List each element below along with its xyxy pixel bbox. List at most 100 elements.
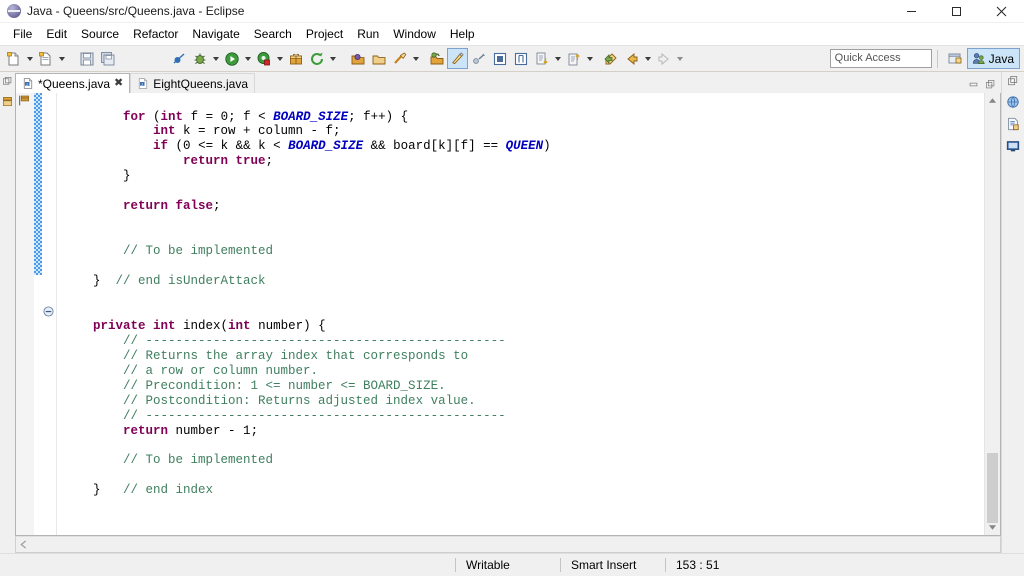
- package-explorer-icon[interactable]: [2, 96, 13, 110]
- svg-text:J: J: [26, 82, 28, 86]
- tab-eightqueens-java[interactable]: J EightQueens.java: [130, 73, 255, 93]
- new-java-class-icon[interactable]: [35, 48, 56, 69]
- minimize-editor-icon[interactable]: [966, 77, 981, 91]
- scroll-up-button[interactable]: [985, 93, 1000, 108]
- selection-marker: [34, 93, 42, 275]
- editor-gutter[interactable]: [16, 93, 34, 535]
- main-toolbar: Quick Access Java: [0, 45, 1024, 72]
- next-annotation-dropdown-icon[interactable]: [552, 48, 563, 69]
- debug-icon[interactable]: [189, 48, 210, 69]
- tab-label: *Queens.java: [38, 76, 111, 91]
- menu-project[interactable]: Project: [299, 24, 350, 44]
- menu-search[interactable]: Search: [247, 24, 299, 44]
- last-edit-location-icon[interactable]: [600, 48, 621, 69]
- maximize-editor-icon[interactable]: [983, 77, 998, 91]
- editor-body: for (int f = 0; f < BOARD_SIZE; f++) { i…: [15, 93, 1001, 536]
- link-editor-icon[interactable]: [468, 48, 489, 69]
- run-dropdown-icon[interactable]: [242, 48, 253, 69]
- run-icon[interactable]: [221, 48, 242, 69]
- search-icon[interactable]: [389, 48, 410, 69]
- menu-run[interactable]: Run: [350, 24, 386, 44]
- window-controls: [889, 0, 1024, 22]
- fold-collapse-icon[interactable]: [43, 306, 54, 320]
- window-title: Java - Queens/src/Queens.java - Eclipse: [27, 4, 245, 18]
- open-task-icon[interactable]: [368, 48, 389, 69]
- close-button[interactable]: [979, 0, 1024, 22]
- svg-text:J: J: [141, 82, 143, 86]
- tab-queens-java[interactable]: J *Queens.java ✖: [15, 73, 131, 93]
- folding-column[interactable]: [42, 93, 57, 535]
- show-whitespace-icon[interactable]: [510, 48, 531, 69]
- java-perspective-icon: [972, 53, 985, 65]
- refresh-run-dropdown-icon[interactable]: [327, 48, 338, 69]
- editor-horizontal-scrollbar[interactable]: [15, 536, 1001, 553]
- menu-edit[interactable]: Edit: [39, 24, 74, 44]
- restore-icon[interactable]: [1007, 75, 1019, 90]
- status-writable: Writable: [466, 558, 510, 572]
- status-bar: Writable Smart Insert 153 : 51: [0, 553, 1024, 576]
- debug-dropdown-icon[interactable]: [210, 48, 221, 69]
- title-bar: Java - Queens/src/Queens.java - Eclipse: [0, 0, 1024, 23]
- java-file-icon: J: [23, 78, 33, 89]
- menu-navigate[interactable]: Navigate: [185, 24, 246, 44]
- back-dropdown-icon[interactable]: [642, 48, 653, 69]
- coverage-dropdown-icon[interactable]: [274, 48, 285, 69]
- menu-file[interactable]: File: [6, 24, 39, 44]
- save-icon[interactable]: [76, 48, 97, 69]
- eclipse-icon: [7, 4, 21, 18]
- toggle-block-selection-icon[interactable]: [489, 48, 510, 69]
- editor-tab-row: J *Queens.java ✖ J EightQueens.java: [15, 72, 1001, 93]
- status-insert-mode: Smart Insert: [571, 558, 637, 572]
- menu-window[interactable]: Window: [386, 24, 443, 44]
- status-cursor-position: 153 : 51: [676, 558, 720, 572]
- overview-marker-band[interactable]: [34, 93, 42, 535]
- perspective-java-button[interactable]: Java: [966, 48, 1020, 69]
- next-annotation-icon[interactable]: [531, 48, 552, 69]
- maximize-button[interactable]: [934, 0, 979, 22]
- toolbar-right-group: Quick Access Java: [829, 48, 1024, 69]
- restore-view-icon[interactable]: [2, 76, 13, 90]
- search-dropdown-icon[interactable]: [410, 48, 421, 69]
- quick-access-input[interactable]: Quick Access: [829, 49, 932, 68]
- perspective-java-label: Java: [988, 51, 1014, 66]
- new-java-class-dropdown-icon[interactable]: [56, 48, 67, 69]
- code-viewport[interactable]: for (int f = 0; f < BOARD_SIZE; f++) { i…: [57, 93, 984, 535]
- open-type-icon[interactable]: [347, 48, 368, 69]
- refresh-run-icon[interactable]: [306, 48, 327, 69]
- forward-icon[interactable]: [653, 48, 674, 69]
- tab-close-icon[interactable]: ✖: [114, 78, 123, 89]
- coverage-icon[interactable]: [253, 48, 274, 69]
- new-package-icon[interactable]: [426, 48, 447, 69]
- scroll-thumb[interactable]: [987, 453, 998, 523]
- source-code[interactable]: for (int f = 0; f < BOARD_SIZE; f++) { i…: [57, 106, 551, 536]
- minimize-button[interactable]: [889, 0, 934, 22]
- forward-dropdown-icon[interactable]: [674, 48, 685, 69]
- bookmark-icon[interactable]: [18, 94, 31, 110]
- previous-annotation-dropdown-icon[interactable]: [584, 48, 595, 69]
- menu-bar: File Edit Source Refactor Navigate Searc…: [0, 23, 1024, 45]
- save-all-icon[interactable]: [97, 48, 118, 69]
- previous-annotation-icon[interactable]: [563, 48, 584, 69]
- editor-stack: J *Queens.java ✖ J EightQueens.java for …: [15, 72, 1001, 553]
- menu-help[interactable]: Help: [443, 24, 482, 44]
- console-view-icon[interactable]: [1006, 139, 1020, 156]
- right-fast-view-bar: [1001, 72, 1024, 553]
- task-list-icon[interactable]: [1006, 117, 1020, 134]
- new-file-icon[interactable]: [3, 48, 24, 69]
- editor-vertical-scrollbar[interactable]: [984, 93, 1000, 535]
- left-fast-view-bar: [0, 72, 15, 553]
- java-file-icon: J: [139, 78, 148, 89]
- external-tools-icon[interactable]: [285, 48, 306, 69]
- scroll-track[interactable]: [985, 108, 1000, 523]
- outline-view-icon[interactable]: [1006, 95, 1020, 112]
- menu-refactor[interactable]: Refactor: [126, 24, 185, 44]
- menu-source[interactable]: Source: [74, 24, 126, 44]
- back-icon[interactable]: [621, 48, 642, 69]
- eclipse-window: Java - Queens/src/Queens.java - Eclipse …: [0, 0, 1024, 576]
- scroll-left-button[interactable]: [16, 538, 31, 551]
- editor-tab-buttons: [966, 77, 1001, 93]
- toggle-markers-icon[interactable]: [447, 48, 468, 69]
- new-file-dropdown-icon[interactable]: [24, 48, 35, 69]
- open-perspective-icon[interactable]: [943, 49, 967, 68]
- skip-breakpoints-icon[interactable]: [168, 48, 189, 69]
